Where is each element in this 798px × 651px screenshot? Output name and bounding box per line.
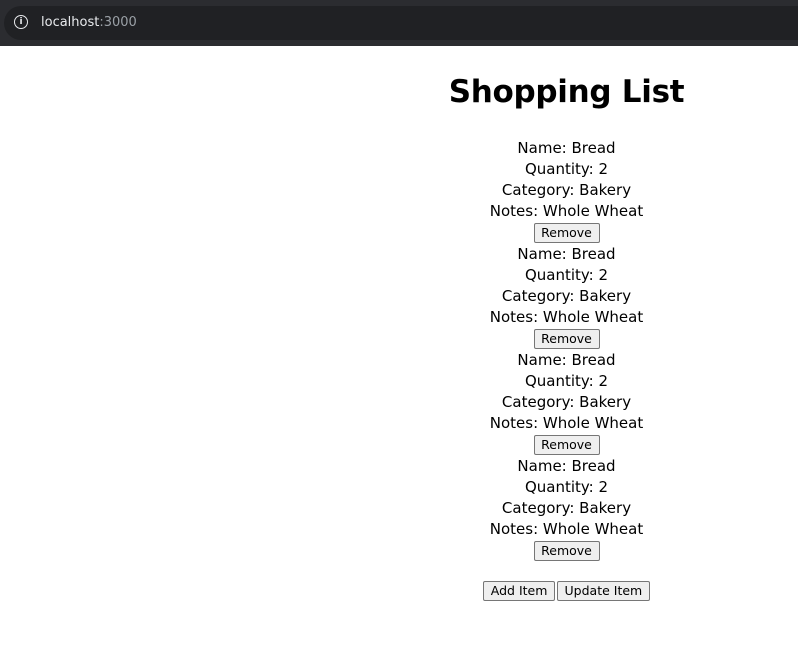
url-text[interactable]: localhost:3000 — [41, 14, 137, 32]
url-port: :3000 — [99, 15, 137, 30]
remove-button-wrap: Remove — [335, 434, 798, 456]
item-notes: Notes: Whole Wheat — [489, 414, 644, 432]
item-name: Name: Bread — [517, 457, 616, 475]
remove-button[interactable]: Remove — [533, 435, 600, 455]
remove-button-wrap: Remove — [335, 540, 798, 562]
remove-button[interactable]: Remove — [533, 223, 600, 243]
list-item: Name: Bread Quantity: 2 Category: Bakery… — [335, 350, 798, 456]
item-name: Name: Bread — [517, 245, 616, 263]
item-notes: Notes: Whole Wheat — [489, 202, 644, 220]
item-name: Name: Bread — [517, 351, 616, 369]
item-category: Category: Bakery — [501, 499, 632, 517]
form-actions: Add Item Update Item — [335, 580, 798, 601]
page-title: Shopping List — [448, 74, 685, 110]
url-host: localhost — [41, 15, 100, 30]
shopping-list-app: Shopping List Name: Bread Quantity: 2 Ca… — [335, 46, 798, 601]
remove-button[interactable]: Remove — [533, 541, 600, 561]
address-bar[interactable]: i localhost:3000 — [4, 6, 798, 40]
item-quantity: Quantity: 2 — [524, 372, 609, 390]
item-category: Category: Bakery — [501, 181, 632, 199]
add-item-button[interactable]: Add Item — [482, 581, 556, 601]
browser-toolbar: i localhost:3000 — [0, 0, 798, 46]
item-category: Category: Bakery — [501, 393, 632, 411]
list-item: Name: Bread Quantity: 2 Category: Bakery… — [335, 138, 798, 244]
item-quantity: Quantity: 2 — [524, 160, 609, 178]
item-quantity: Quantity: 2 — [524, 266, 609, 284]
item-category: Category: Bakery — [501, 287, 632, 305]
remove-button[interactable]: Remove — [533, 329, 600, 349]
list-item: Name: Bread Quantity: 2 Category: Bakery… — [335, 456, 798, 562]
remove-button-wrap: Remove — [335, 328, 798, 350]
item-name: Name: Bread — [517, 139, 616, 157]
item-notes: Notes: Whole Wheat — [489, 520, 644, 538]
info-icon[interactable]: i — [14, 15, 28, 29]
update-item-button[interactable]: Update Item — [556, 581, 651, 601]
list-item: Name: Bread Quantity: 2 Category: Bakery… — [335, 244, 798, 350]
item-list: Name: Bread Quantity: 2 Category: Bakery… — [335, 138, 798, 562]
remove-button-wrap: Remove — [335, 222, 798, 244]
item-quantity: Quantity: 2 — [524, 478, 609, 496]
item-notes: Notes: Whole Wheat — [489, 308, 644, 326]
